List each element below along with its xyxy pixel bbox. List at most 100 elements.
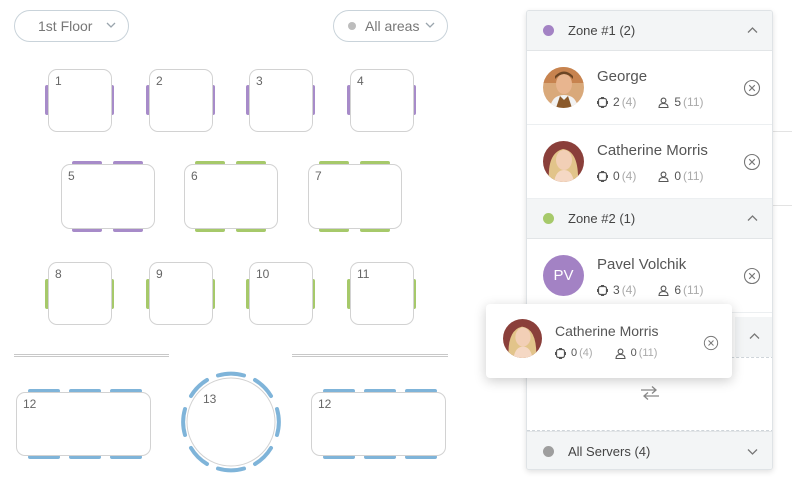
guests-capacity: (11) <box>683 95 704 109</box>
guests-stat: 5 (11) <box>658 95 704 109</box>
tables-capacity: (4) <box>621 95 637 109</box>
dragged-server-card[interactable]: Catherine Morris 0 (4) 0 (11) <box>486 304 732 378</box>
guests-count: 0 <box>674 169 682 183</box>
chevron-up-icon[interactable] <box>747 25 758 36</box>
table-9[interactable]: 9 <box>149 262 213 325</box>
table-number: 10 <box>256 267 270 281</box>
guests-capacity: (11) <box>638 347 658 359</box>
zone-panel: Zone #1 (2) George 2 (4) 5 (11) Catherin… <box>526 10 773 470</box>
server-name: Catherine Morris <box>555 323 659 339</box>
guests-capacity: (11) <box>683 283 704 297</box>
avatar <box>543 67 584 108</box>
table-number: 8 <box>55 267 62 281</box>
guests-stat: 0 (11) <box>658 169 704 183</box>
floor-select-label: 1st Floor <box>38 18 93 34</box>
avatar <box>503 319 542 358</box>
server-stats: 3 (4) 6 (11) <box>597 283 704 297</box>
table-number: 9 <box>156 267 163 281</box>
guests-count: 6 <box>674 283 682 297</box>
table-5[interactable]: 5 <box>61 164 155 229</box>
table-number: 12 <box>23 397 37 411</box>
guests-count: 5 <box>674 95 682 109</box>
tables-capacity: (4) <box>579 347 593 359</box>
table-7[interactable]: 7 <box>308 164 402 229</box>
divider <box>292 354 448 357</box>
area-dot <box>348 22 356 30</box>
tables-capacity: (4) <box>621 283 637 297</box>
table-6[interactable]: 6 <box>184 164 278 229</box>
tables-capacity: (4) <box>621 169 637 183</box>
chevron-up-icon[interactable] <box>747 213 758 224</box>
server-name: Pavel Volchik <box>597 256 687 273</box>
avatar: PV <box>543 255 584 296</box>
server-row-catherine[interactable]: Catherine Morris 0 (4) 0 (11) <box>527 125 772 199</box>
table-4[interactable]: 4 <box>350 69 414 132</box>
area-select-label: All areas <box>365 18 420 34</box>
zone-1-dot <box>543 25 554 36</box>
divider <box>14 354 169 357</box>
table-icon <box>597 170 608 182</box>
guest-icon <box>658 285 669 296</box>
zone-2-label: Zone #2 (1) <box>568 211 636 226</box>
remove-icon[interactable] <box>703 335 719 351</box>
all-servers-label: All Servers (4) <box>568 443 651 459</box>
tables-count: 3 <box>613 283 620 297</box>
table-13[interactable]: 13 <box>180 371 282 473</box>
table-10[interactable]: 10 <box>249 262 313 325</box>
avatar <box>543 141 584 182</box>
hidden-zone-header[interactable] <box>735 317 772 357</box>
table-3[interactable]: 3 <box>249 69 313 132</box>
edge-divider <box>773 205 792 206</box>
server-name: George <box>597 68 648 85</box>
table-1[interactable]: 1 <box>48 69 112 132</box>
server-name: Catherine Morris <box>597 142 708 159</box>
tables-count: 2 <box>613 95 620 109</box>
swap-icon <box>641 386 659 400</box>
chevron-down-icon[interactable] <box>747 446 758 457</box>
table-number: 1 <box>55 74 62 88</box>
area-select[interactable]: All areas <box>333 10 448 42</box>
zone-1-header[interactable]: Zone #1 (2) <box>527 11 772 51</box>
server-row-pavel[interactable]: PV Pavel Volchik 3 (4) 6 (11) <box>527 239 772 313</box>
table-2[interactable]: 2 <box>149 69 213 132</box>
guest-icon <box>615 348 626 359</box>
guest-icon <box>658 97 669 108</box>
tables-count: 0 <box>613 169 620 183</box>
guests-count: 0 <box>630 347 637 359</box>
table-number: 4 <box>357 74 364 88</box>
table-number: 6 <box>191 169 198 183</box>
server-stats: 0 (4) 0 (11) <box>597 169 704 183</box>
zone-2-dot <box>543 213 554 224</box>
tables-count: 0 <box>571 347 578 359</box>
remove-icon[interactable] <box>743 153 761 171</box>
guests-stat: 6 (11) <box>658 283 704 297</box>
table-icon <box>597 284 608 296</box>
table-12[interactable]: 12 <box>16 392 151 456</box>
remove-icon[interactable] <box>743 267 761 285</box>
chevron-down-icon <box>425 22 435 28</box>
zone-1-label: Zone #1 (2) <box>568 23 636 38</box>
table-number: 12 <box>318 397 332 411</box>
table-number: 7 <box>315 169 322 183</box>
table-number: 11 <box>357 267 370 281</box>
table-number: 5 <box>68 169 75 183</box>
table-11[interactable]: 11 <box>350 262 414 325</box>
floor-select[interactable]: 1st Floor <box>14 10 129 42</box>
server-stats: 2 (4) 5 (11) <box>597 95 704 109</box>
chevron-up-icon[interactable] <box>749 331 760 342</box>
table-12b[interactable]: 12 <box>311 392 446 456</box>
table-8[interactable]: 8 <box>48 262 112 325</box>
zone-2-header[interactable]: Zone #2 (1) <box>527 199 772 239</box>
all-servers-header[interactable]: All Servers (4) <box>527 431 772 469</box>
remove-icon[interactable] <box>743 79 761 97</box>
table-number: 2 <box>156 74 163 88</box>
server-stats: 0 (4) 0 (11) <box>555 347 657 359</box>
guest-icon <box>658 171 669 182</box>
chevron-down-icon <box>106 22 116 28</box>
edge-divider <box>773 131 792 132</box>
guests-stat: 0 (11) <box>615 347 658 359</box>
table-icon <box>597 96 608 108</box>
server-row-george[interactable]: George 2 (4) 5 (11) <box>527 51 772 125</box>
all-servers-dot <box>543 445 554 457</box>
table-number: 13 <box>203 392 217 406</box>
